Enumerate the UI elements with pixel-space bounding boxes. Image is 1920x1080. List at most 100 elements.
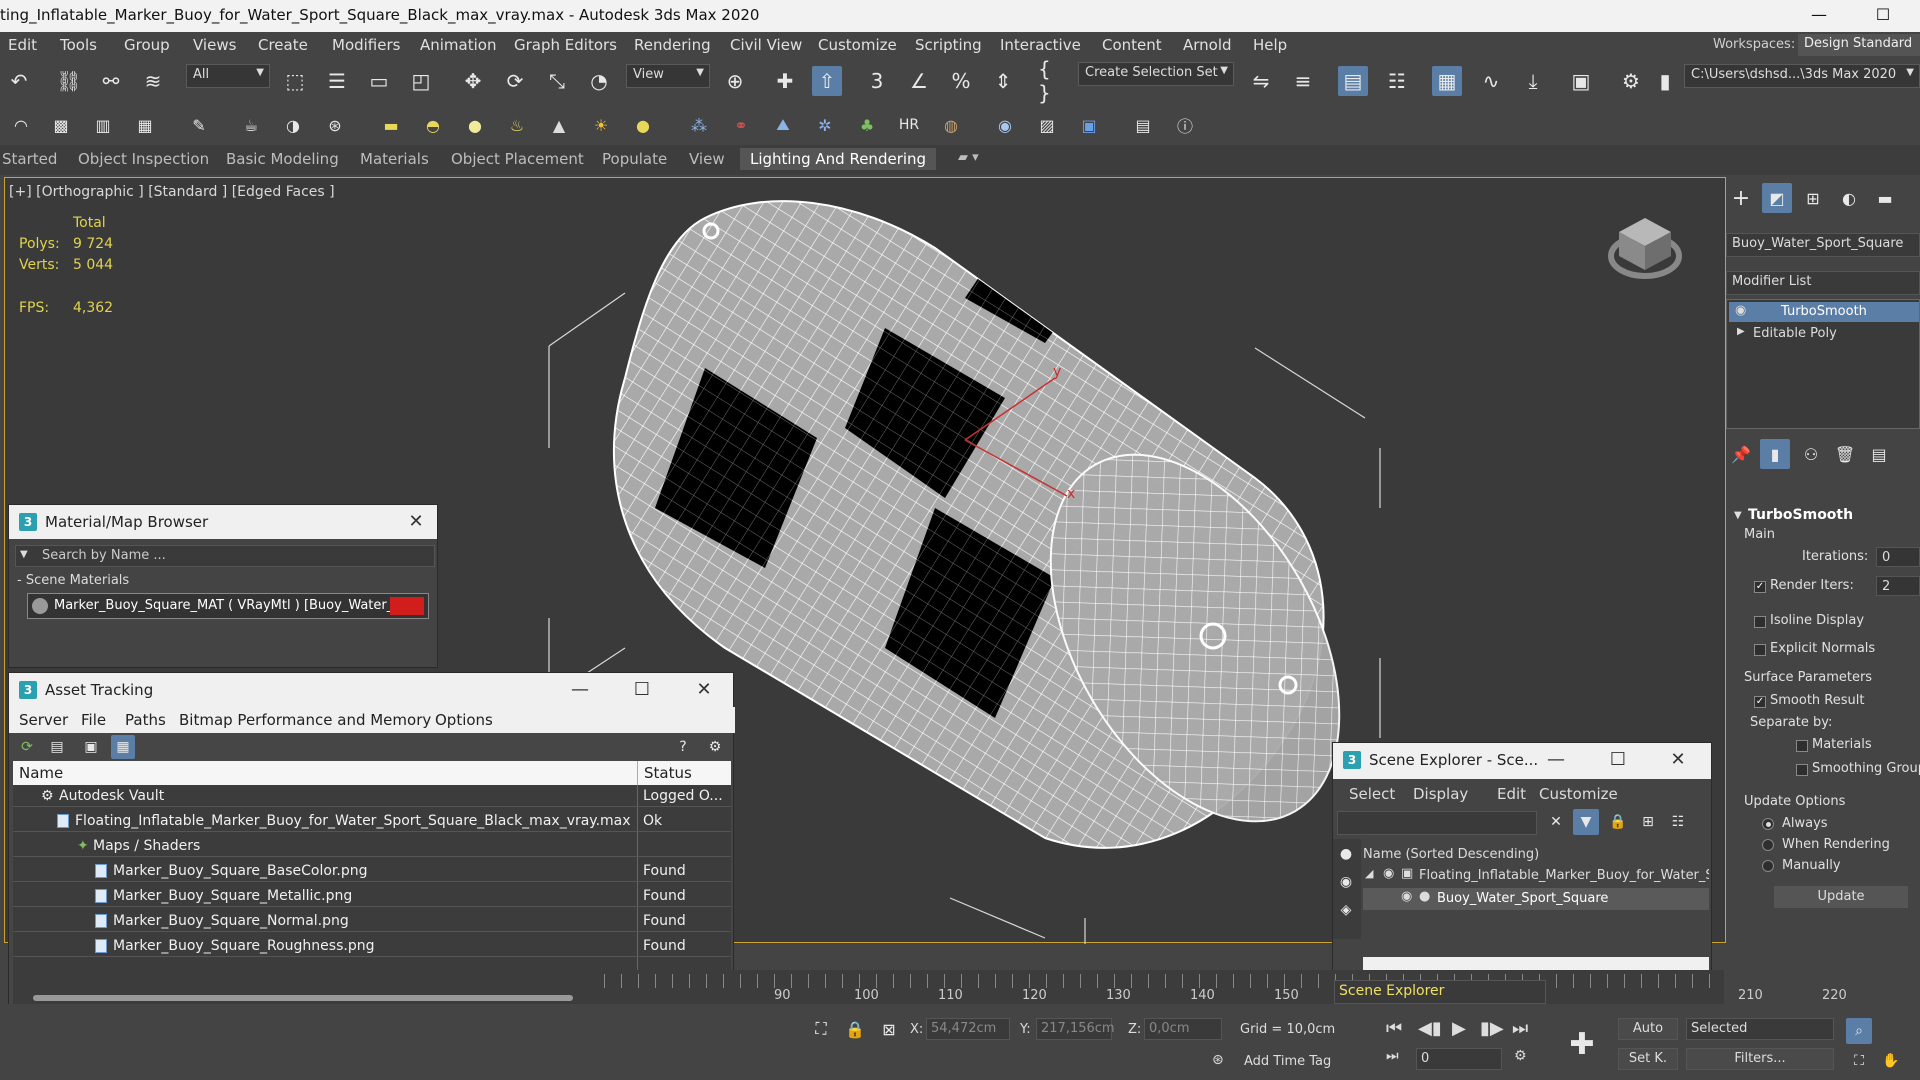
modifier-list-dropdown[interactable]: Modifier List xyxy=(1726,271,1920,295)
render-frame-icon[interactable]: ▮ xyxy=(1650,66,1680,96)
tab-started[interactable]: Started xyxy=(2,150,57,168)
always-radio[interactable] xyxy=(1762,818,1774,830)
update-button[interactable]: Update xyxy=(1774,886,1908,908)
dome-light-icon[interactable]: ◓ xyxy=(418,110,448,140)
scene-explorer-titlebar[interactable]: 3 Scene Explorer - Sce... — ☐ ✕ xyxy=(1333,743,1711,779)
trackbar[interactable]: 90 100 110 120 130 140 150 210 220 xyxy=(604,970,1847,1004)
selection-set-dropdown[interactable]: Create Selection Set ▼ xyxy=(1078,62,1234,86)
column-status[interactable]: Status xyxy=(644,764,692,782)
remove-modifier-icon[interactable]: 🗑 xyxy=(1830,439,1860,469)
maximize-icon[interactable]: ☐ xyxy=(627,677,657,703)
absolute-mode-icon[interactable]: ⊠ xyxy=(874,1014,904,1044)
menu-customize[interactable]: Customize xyxy=(1539,785,1618,803)
scene-row[interactable]: ◢ ◉ ▣ Floating_Inflatable_Marker_Buoy_fo… xyxy=(1363,865,1709,887)
table-icon[interactable]: ▦ xyxy=(130,110,160,140)
explicit-normals-checkbox[interactable] xyxy=(1754,644,1766,656)
goto-start-icon[interactable]: ⏮ xyxy=(1386,1018,1402,1039)
minimize-icon[interactable]: — xyxy=(565,677,595,703)
tab-view[interactable]: View xyxy=(689,150,725,168)
window-crossing-icon[interactable]: ◰ xyxy=(406,66,436,96)
isolate-icon[interactable]: ⛶ xyxy=(806,1014,836,1044)
layer-explorer-icon[interactable]: ▤ xyxy=(1338,66,1368,96)
scene-column-name[interactable]: Name (Sorted Descending) xyxy=(1363,847,1539,862)
tab-populate[interactable]: Populate xyxy=(602,150,667,168)
list-icon[interactable]: ▥ xyxy=(88,110,118,140)
hair-icon[interactable]: HR xyxy=(894,110,924,140)
hierarchy-tab-icon[interactable]: ⊞ xyxy=(1798,183,1828,213)
proxy-icon[interactable]: ⚭ xyxy=(726,110,756,140)
shape-icon[interactable]: ◠ xyxy=(6,110,36,140)
asset-row[interactable]: Floating_Inflatable_Marker_Buoy_for_Wate… xyxy=(13,811,731,832)
menu-rendering[interactable]: Rendering xyxy=(634,36,711,54)
asset-row[interactable]: Marker_Buoy_Square_Roughness.png Found xyxy=(13,936,731,957)
percent-snap-icon[interactable]: % xyxy=(946,66,976,96)
manually-radio[interactable] xyxy=(1762,860,1774,872)
sphere-light-icon[interactable]: ● xyxy=(460,110,490,140)
set-key-button[interactable]: Set K. xyxy=(1618,1048,1678,1070)
maximize-icon[interactable]: ☐ xyxy=(1603,747,1633,773)
plant-icon[interactable]: ♣ xyxy=(852,110,882,140)
tab-object-placement[interactable]: Object Placement xyxy=(451,150,584,168)
scene-search-input[interactable] xyxy=(1337,811,1537,835)
help-icon[interactable]: ⓘ xyxy=(1170,110,1200,140)
set-key-icon[interactable]: ✚ xyxy=(1560,1022,1604,1066)
menu-animation[interactable]: Animation xyxy=(420,36,496,54)
current-frame-field[interactable]: 0 xyxy=(1416,1048,1502,1070)
rollout-collapse-icon[interactable]: ▼ xyxy=(1734,510,1742,521)
time-tag-icon[interactable]: ⊛ xyxy=(1212,1052,1224,1068)
tree-icon[interactable]: ☷ xyxy=(1665,809,1691,835)
menu-civil-view[interactable]: Civil View xyxy=(730,36,802,54)
object-name-field[interactable]: Buoy_Water_Sport_Square xyxy=(1726,233,1920,257)
undo-icon[interactable]: ↶ xyxy=(4,66,34,96)
sun-icon[interactable]: ☀ xyxy=(586,110,616,140)
asset-row[interactable]: ⚙ Autodesk Vault Logged O... xyxy=(13,786,731,807)
menu-views[interactable]: Views xyxy=(193,36,236,54)
tab-lighting-and-rendering[interactable]: Lighting And Rendering xyxy=(740,148,937,170)
show-end-result-icon[interactable]: ▮ xyxy=(1760,439,1790,469)
eye-icon[interactable]: ◉ xyxy=(1735,303,1746,318)
maximize-button[interactable]: ☐ xyxy=(1860,0,1906,32)
scale-icon[interactable]: ⤡ xyxy=(542,66,572,96)
when-rendering-radio[interactable] xyxy=(1762,839,1774,851)
menu-graph-editors[interactable]: Graph Editors xyxy=(514,36,617,54)
asset-row[interactable]: ✦ Maps / Shaders xyxy=(13,836,731,857)
place-icon[interactable]: ◔ xyxy=(584,66,614,96)
menu-edit[interactable]: Edit xyxy=(1497,785,1526,803)
goto-end-icon[interactable]: ⏭ xyxy=(1512,1018,1528,1039)
mirror-icon[interactable]: ⇋ xyxy=(1246,66,1276,96)
snaps-toggle-icon[interactable]: 3 xyxy=(862,66,892,96)
workspace-dropdown[interactable]: Design Standard xyxy=(1798,34,1920,56)
align-icon[interactable]: ≡ xyxy=(1288,66,1318,96)
rect-selection-icon[interactable]: ▭ xyxy=(364,66,394,96)
menu-paths[interactable]: Paths xyxy=(125,711,166,729)
gear-icon[interactable]: ✲ xyxy=(810,110,840,140)
scene-row-selected[interactable]: ◉ ● Buoy_Water_Sport_Square xyxy=(1363,888,1709,910)
asset-row[interactable]: Marker_Buoy_Square_Normal.png Found xyxy=(13,911,731,932)
wood-icon[interactable]: ◍ xyxy=(936,110,966,140)
menu-options[interactable]: Options xyxy=(435,711,493,729)
expand-arrow-icon[interactable]: ▶ xyxy=(1737,326,1745,337)
render-setup-icon[interactable]: ⚙ xyxy=(1616,66,1646,96)
material-sphere-icon[interactable]: ◉ xyxy=(990,110,1020,140)
menu-group[interactable]: Group xyxy=(124,36,170,54)
horizontal-scrollbar[interactable] xyxy=(33,995,573,1001)
isoline-display-checkbox[interactable] xyxy=(1754,616,1766,628)
selection-filter-dropdown[interactable]: All ▼ xyxy=(186,64,270,88)
thumbnail-view-icon[interactable]: ▣ xyxy=(79,735,103,759)
unlink-icon[interactable]: ⚯ xyxy=(96,66,126,96)
select-manipulate-icon[interactable]: ✚ xyxy=(770,66,800,96)
menu-scripting[interactable]: Scripting xyxy=(915,36,982,54)
edit-named-selection-icon[interactable]: { } xyxy=(1038,57,1068,105)
render-icon[interactable]: ▩ xyxy=(46,110,76,140)
project-path-dropdown[interactable]: C:\Users\dshsd...\3ds Max 2020 ▼ xyxy=(1684,64,1920,88)
sphere-half-icon[interactable]: ◑ xyxy=(278,110,308,140)
bind-spacewarp-icon[interactable]: ≋ xyxy=(138,66,168,96)
close-icon[interactable]: ✕ xyxy=(401,509,431,535)
prev-frame-icon[interactable]: ◀▮ xyxy=(1418,1018,1442,1039)
configure-sets-icon[interactable]: ▤ xyxy=(1864,439,1894,469)
menu-modifiers[interactable]: Modifiers xyxy=(332,36,400,54)
menu-help[interactable]: Help xyxy=(1253,36,1287,54)
key-filter-dropdown[interactable]: Selected xyxy=(1686,1018,1834,1040)
add-time-tag-button[interactable]: Add Time Tag xyxy=(1244,1054,1331,1069)
scene-explorer-dropdown[interactable]: Scene Explorer xyxy=(1334,980,1546,1004)
